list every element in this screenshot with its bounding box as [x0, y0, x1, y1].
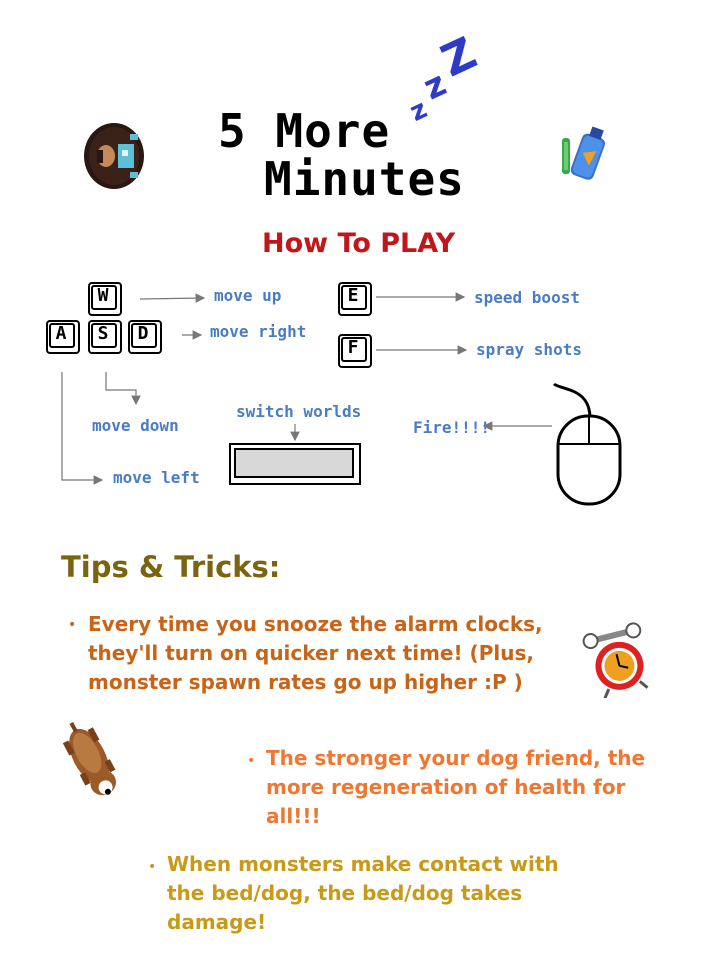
spacebar-icon — [229, 443, 361, 485]
label-spray-shots: spray shots — [476, 340, 582, 359]
label-move-right: move right — [210, 322, 307, 341]
tip1-bullet: • — [68, 617, 77, 633]
dog-icon — [52, 712, 130, 808]
label-speed-boost: speed boost — [474, 288, 580, 307]
label-fire: Fire!!!! — [413, 418, 491, 437]
tip-3-text: When monsters make contact with the bed/… — [167, 852, 559, 934]
label-switch-worlds: switch worlds — [236, 402, 362, 421]
label-move-up: move up — [214, 286, 282, 305]
alarm-clock-icon — [582, 622, 654, 699]
mouse-icon — [552, 382, 628, 508]
tip-2-text: The stronger your dog friend, the more r… — [266, 746, 646, 828]
tip3-bullet: • — [148, 859, 157, 875]
label-move-left: move left — [113, 468, 200, 487]
label-move-down: move down — [92, 416, 179, 435]
tip-1-text: Every time you snooze the alarm clocks, … — [88, 612, 543, 694]
tips-heading: Tips & Tricks: — [61, 550, 281, 584]
tip2-bullet: • — [247, 753, 256, 769]
